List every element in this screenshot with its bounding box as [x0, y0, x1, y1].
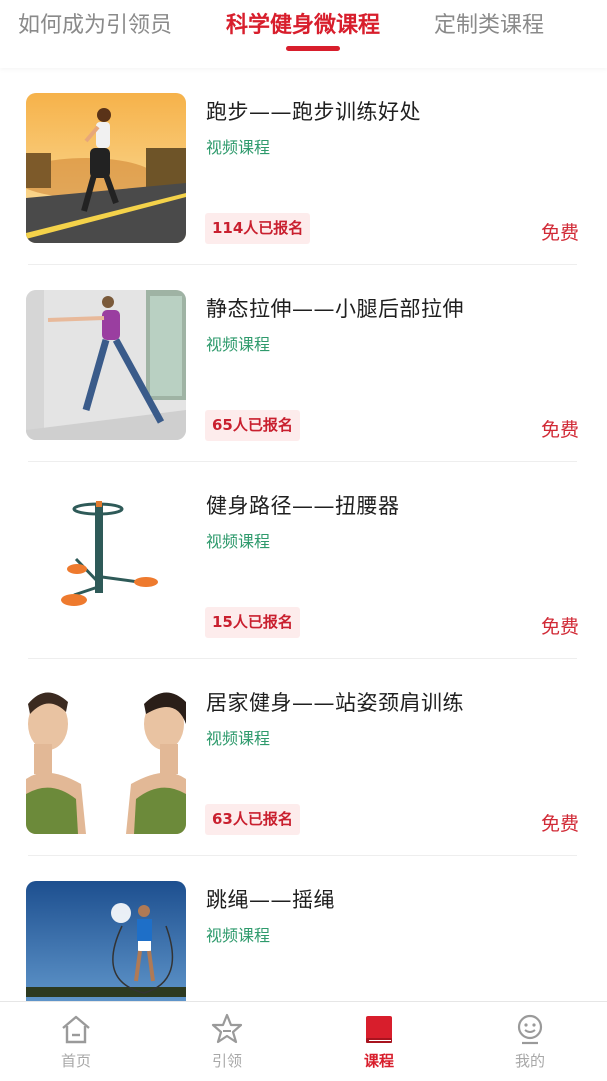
course-title: 跳绳——摇绳: [206, 888, 335, 912]
tab-become-guide[interactable]: 如何成为引领员: [18, 8, 172, 48]
price-label: 免费: [540, 813, 579, 835]
bottom-nav: 首页 引领 课程 我的: [0, 1001, 607, 1081]
top-tab-bar: 如何成为引领员 科学健身微课程 定制类课程: [0, 0, 607, 68]
enrollment-badge: 114人已报名: [205, 213, 311, 244]
course-card[interactable]: 静态拉伸——小腿后部拉伸 视频课程 65人已报名 免费: [0, 265, 607, 462]
course-subtitle: 视频课程: [206, 138, 271, 157]
course-subtitle: 视频课程: [206, 729, 271, 748]
nav-label: 首页: [60, 1052, 91, 1070]
nav-guide[interactable]: 引领: [177, 1002, 277, 1081]
waist-twister-photo: [26, 487, 186, 637]
course-subtitle: 视频课程: [206, 335, 271, 354]
star-icon: [211, 1013, 243, 1044]
course-title: 静态拉伸——小腿后部拉伸: [206, 297, 464, 321]
nav-home[interactable]: 首页: [26, 1002, 126, 1081]
course-card[interactable]: 居家健身——站姿颈肩训练 视频课程 63人已报名 免费: [0, 659, 607, 856]
enrollment-badge: 15人已报名: [205, 607, 300, 638]
course-title: 跑步——跑步训练好处: [206, 100, 421, 124]
course-title: 健身路径——扭腰器: [206, 494, 400, 518]
course-subtitle: 视频课程: [206, 926, 271, 945]
course-card[interactable]: 跑步——跑步训练好处 视频课程 114人已报名 免费: [0, 68, 607, 265]
active-tab-indicator: [286, 46, 340, 51]
calf-stretch-photo: [26, 290, 186, 440]
profile-icon: [517, 1014, 543, 1045]
runner-photo: [26, 93, 186, 243]
course-card[interactable]: 健身路径——扭腰器 视频课程 15人已报名 免费: [0, 462, 607, 659]
course-subtitle: 视频课程: [206, 532, 271, 551]
tab-label: 科学健身微课程: [226, 13, 381, 38]
nav-label: 引领: [211, 1052, 242, 1070]
price-label: 免费: [540, 616, 579, 638]
course-title: 居家健身——站姿颈肩训练: [206, 691, 464, 715]
book-icon: [366, 1016, 392, 1043]
neck-shoulder-photo: [26, 684, 186, 834]
enrollment-badge: 63人已报名: [205, 804, 300, 835]
tab-fitness-microcourses[interactable]: 科学健身微课程: [226, 8, 381, 51]
nav-label: 课程: [363, 1052, 394, 1070]
price-label: 免费: [540, 222, 579, 244]
home-icon: [62, 1015, 90, 1044]
nav-profile[interactable]: 我的: [480, 1002, 580, 1081]
price-label: 免费: [540, 419, 579, 441]
nav-courses[interactable]: 课程: [329, 1002, 429, 1081]
enrollment-badge: 65人已报名: [205, 410, 300, 441]
nav-label: 我的: [514, 1052, 545, 1070]
tab-custom-courses[interactable]: 定制类课程: [434, 8, 544, 48]
